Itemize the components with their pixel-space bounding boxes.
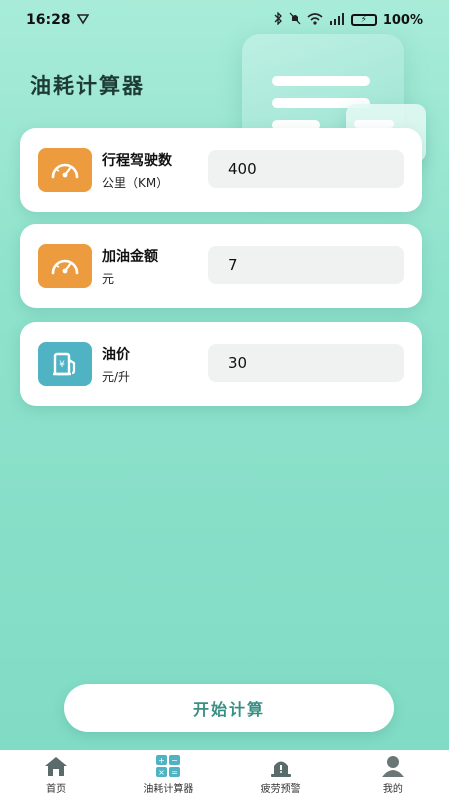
nav-label-home: 首页 (46, 784, 67, 795)
status-left: 16:28 (26, 12, 90, 28)
illustration-tag-bar (354, 120, 394, 128)
svg-text:×: × (159, 768, 166, 777)
distance-unit: 公里（KM） (102, 176, 169, 190)
mute-bell-icon (289, 12, 301, 28)
fuel-price-input[interactable] (208, 344, 404, 382)
distance-card: 行程驾驶数 公里（KM） (20, 128, 422, 212)
page-title: 油耗计算器 (30, 74, 145, 98)
speedometer-icon (38, 148, 92, 192)
nav-label-fatigue-alert: 疲劳预警 (260, 784, 301, 795)
fuel-price-label: 油价 (102, 347, 130, 363)
user-icon (380, 755, 406, 777)
start-calculation-button[interactable]: 开始计算 (64, 684, 394, 732)
wifi-icon (307, 12, 323, 28)
svg-text:+: + (159, 756, 166, 765)
fuel-amount-unit: 元 (102, 272, 115, 286)
distance-label: 行程驾驶数 (102, 153, 172, 169)
nav-item-calculator[interactable]: + − × = 油耗计算器 (118, 755, 218, 795)
battery-percent: 100% (382, 12, 423, 28)
nav-label-profile: 我的 (382, 784, 403, 795)
svg-text:¥: ¥ (59, 360, 65, 370)
fuel-price-unit: 元/升 (102, 370, 131, 384)
alarm-icon (268, 755, 294, 777)
home-icon (43, 755, 69, 777)
fuel-amount-card: 加油金额 元 (20, 224, 422, 308)
status-right: ⚡ 100% (274, 11, 423, 28)
speedometer-icon (38, 244, 92, 288)
fuel-pump-icon: ¥ (38, 342, 92, 386)
fuel-amount-label: 加油金额 (102, 249, 158, 265)
bottom-nav: 首页 + − × = 油耗计算器 疲劳预警 我的 (0, 750, 449, 800)
illustration-line (272, 76, 370, 86)
battery-icon: ⚡ (350, 14, 377, 26)
fuel-price-card: ¥ 油价 元/升 (20, 322, 422, 406)
app-notification-icon (76, 13, 90, 28)
svg-text:=: = (172, 768, 179, 777)
nav-item-profile[interactable]: 我的 (343, 755, 443, 795)
nav-label-calculator: 油耗计算器 (143, 784, 194, 795)
svg-text:−: − (172, 756, 179, 765)
status-time: 16:28 (26, 12, 71, 28)
nav-item-fatigue-alert[interactable]: 疲劳预警 (231, 755, 331, 795)
fuel-amount-input[interactable] (208, 246, 404, 284)
distance-input[interactable] (208, 150, 404, 188)
signal-icon (329, 12, 345, 28)
bluetooth-icon (274, 11, 283, 28)
calculator-icon: + − × = (155, 755, 181, 777)
nav-item-home[interactable]: 首页 (6, 755, 106, 795)
